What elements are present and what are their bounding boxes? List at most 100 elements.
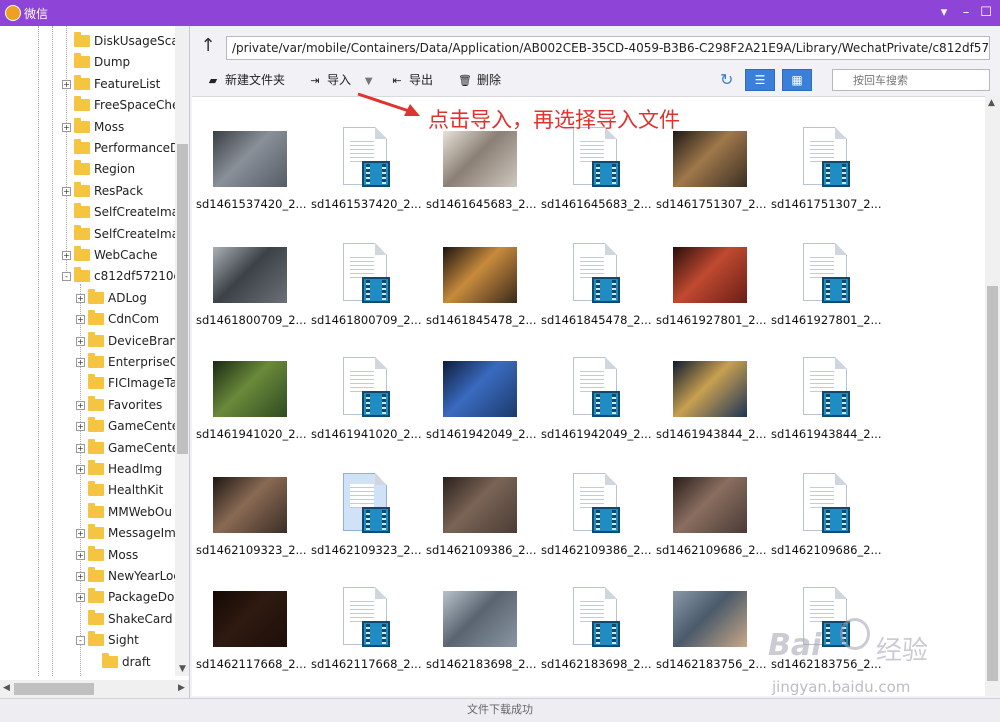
tree-item[interactable]: + NewYearLog — [0, 566, 181, 587]
image-file-tile[interactable]: sd1461845478_2.... — [426, 247, 536, 357]
tree-item[interactable]: + Moss — [0, 117, 175, 138]
video-file-tile[interactable]: sd1462109686_2.... — [771, 473, 881, 587]
tree-item[interactable]: + GameCente — [0, 438, 179, 459]
image-file-tile[interactable]: sd1461645683_2.... — [426, 131, 536, 241]
tree-item[interactable]: FreeSpaceChe — [0, 95, 179, 116]
tree-item[interactable]: + ResPack — [0, 181, 175, 202]
tree-horizontal-scrollbar[interactable]: ◀ ▶ — [0, 680, 189, 698]
video-file-tile[interactable]: sd1461537420_2.... — [311, 127, 421, 241]
expand-icon[interactable]: + — [62, 186, 71, 196]
up-arrow-icon[interactable]: ↑ — [198, 37, 218, 57]
collapse-icon[interactable]: - — [76, 636, 85, 646]
tree-item[interactable]: - Sight — [0, 630, 175, 651]
expand-icon[interactable]: + — [76, 336, 85, 346]
tree-item[interactable]: + EnterpriseC — [0, 352, 178, 373]
tree-item[interactable]: + MessageIm — [0, 523, 176, 544]
grid-vertical-scrollbar[interactable]: ▲ — [985, 96, 1000, 696]
video-file-tile[interactable]: sd1461800709_2.... — [311, 243, 421, 357]
tree-item[interactable]: ShakeCard — [0, 609, 175, 630]
grid-scroll-thumb[interactable] — [987, 286, 998, 681]
tree-item[interactable]: + GameCente — [0, 416, 179, 437]
video-file-tile[interactable]: sd1461942049_2.... — [541, 357, 651, 471]
image-file-tile[interactable]: sd1461927801_2.... — [656, 247, 766, 357]
tree-item[interactable]: MMWebOu — [0, 502, 175, 523]
scroll-right-icon[interactable]: ▶ — [178, 683, 185, 693]
image-file-tile[interactable]: sd1462109386_2.... — [426, 477, 536, 587]
expand-icon[interactable]: + — [76, 572, 85, 581]
folder-tree[interactable]: DiskUsageSca Dump + FeatureList FreeSpaceChe… — [0, 26, 190, 698]
tree-item[interactable]: + WebCache — [0, 245, 175, 266]
expand-icon[interactable]: + — [62, 79, 71, 89]
image-file-tile[interactable]: sd1462109686_2.... — [656, 477, 766, 587]
video-file-tile[interactable]: sd1461645683_2.... — [541, 127, 651, 241]
image-file-tile[interactable]: sd1461800709_2.... — [196, 247, 306, 357]
image-file-tile[interactable]: sd1461941020_2.... — [196, 361, 306, 471]
file-grid[interactable]: sd1461537420_2.... sd1461537420_2.... sd14… — [192, 96, 985, 696]
expand-icon[interactable]: + — [76, 315, 85, 325]
video-file-tile[interactable]: sd1461927801_2.... — [771, 243, 881, 357]
video-file-tile[interactable]: sd1461941020_2.... — [311, 357, 421, 471]
tree-hscroll-thumb[interactable] — [14, 683, 94, 695]
tree-item[interactable]: + ADLog — [0, 288, 175, 309]
video-file-tile[interactable]: sd1461943844_2.... — [771, 357, 881, 471]
menu-icon[interactable]: ▾ — [934, 3, 954, 23]
tree-item[interactable]: + DeviceBranc — [0, 331, 184, 352]
expand-icon[interactable]: + — [76, 293, 85, 303]
tree-item[interactable]: SelfCreateIma — [0, 202, 179, 223]
image-file-tile[interactable]: sd1462183756_2.... — [656, 591, 766, 696]
expand-icon[interactable]: + — [76, 529, 85, 539]
image-file-tile[interactable]: sd1461537420_2.... — [196, 131, 306, 241]
image-file-tile[interactable]: sd1461942049_2.... — [426, 361, 536, 471]
video-file-tile[interactable]: sd1462109386_2.... — [541, 473, 651, 587]
tree-item[interactable]: + CdnCom — [0, 309, 175, 330]
minimize-button[interactable]: – — [956, 3, 976, 23]
expand-icon[interactable]: + — [62, 122, 71, 132]
tree-item[interactable]: Region — [0, 159, 175, 180]
image-file-tile[interactable]: sd1461751307_2.... — [656, 131, 766, 241]
scroll-left-icon[interactable]: ◀ — [3, 683, 10, 693]
refresh-icon[interactable]: ↻ — [720, 69, 740, 91]
tree-item[interactable]: draft — [0, 652, 175, 673]
search-input[interactable] — [832, 69, 990, 91]
maximize-button[interactable]: ☐ — [976, 3, 996, 23]
path-input[interactable] — [226, 36, 990, 60]
image-file-tile[interactable]: sd1462117668_2.... — [196, 591, 306, 696]
expand-icon[interactable]: + — [76, 400, 85, 410]
video-file-tile[interactable]: sd1462117668_2.... — [311, 587, 421, 696]
delete-button[interactable]: 🗑 删除 — [458, 70, 501, 90]
list-view-button[interactable]: ☰ — [745, 69, 775, 91]
image-file-tile[interactable]: sd1462183698_2.... — [426, 591, 536, 696]
tree-item[interactable]: PerformanceD — [0, 138, 179, 159]
expand-icon[interactable]: + — [62, 251, 71, 260]
expand-icon[interactable]: + — [76, 443, 85, 453]
expand-icon[interactable]: + — [76, 465, 85, 474]
expand-icon[interactable]: + — [76, 593, 85, 603]
video-file-tile[interactable]: sd1461845478_2.... — [541, 243, 651, 357]
expand-icon[interactable]: + — [76, 550, 85, 560]
video-file-tile[interactable]: sd1461751307_2.... — [771, 127, 881, 241]
collapse-icon[interactable]: - — [62, 272, 71, 282]
grid-view-button[interactable]: ▦ — [782, 69, 812, 91]
tree-item[interactable]: SelfCreateIma — [0, 224, 179, 245]
tree-vertical-scrollbar[interactable]: ▼ — [175, 26, 189, 676]
tree-item[interactable]: HealthKit — [0, 480, 175, 501]
expand-icon[interactable]: + — [76, 358, 85, 367]
tree-item[interactable]: + HeadImg — [0, 459, 175, 480]
tree-item[interactable]: Dump — [0, 52, 175, 73]
tree-item[interactable]: + Favorites — [0, 395, 175, 416]
scroll-down-icon[interactable]: ▼ — [175, 662, 189, 676]
tree-scroll-thumb[interactable] — [177, 144, 188, 454]
video-file-tile[interactable]: sd1462183698_2.... — [541, 587, 651, 696]
tree-item[interactable]: + FeatureList — [0, 74, 175, 95]
tree-item[interactable]: - c812df57210d — [0, 266, 181, 287]
new-folder-button[interactable]: ▰ 新建文件夹 — [206, 70, 285, 90]
tree-item[interactable]: FICImageTa — [0, 373, 177, 394]
tree-item[interactable]: + Moss — [0, 545, 175, 566]
scroll-up-icon[interactable]: ▲ — [988, 98, 995, 108]
video-file-tile[interactable]: sd1462109323_2.... — [311, 473, 421, 587]
image-file-tile[interactable]: sd1461943844_2.... — [656, 361, 766, 471]
expand-icon[interactable]: + — [76, 422, 85, 432]
tree-item[interactable]: DiskUsageSca — [0, 31, 179, 52]
image-file-tile[interactable]: sd1462109323_2.... — [196, 477, 306, 587]
tree-item[interactable]: + PackageDow — [0, 587, 184, 608]
